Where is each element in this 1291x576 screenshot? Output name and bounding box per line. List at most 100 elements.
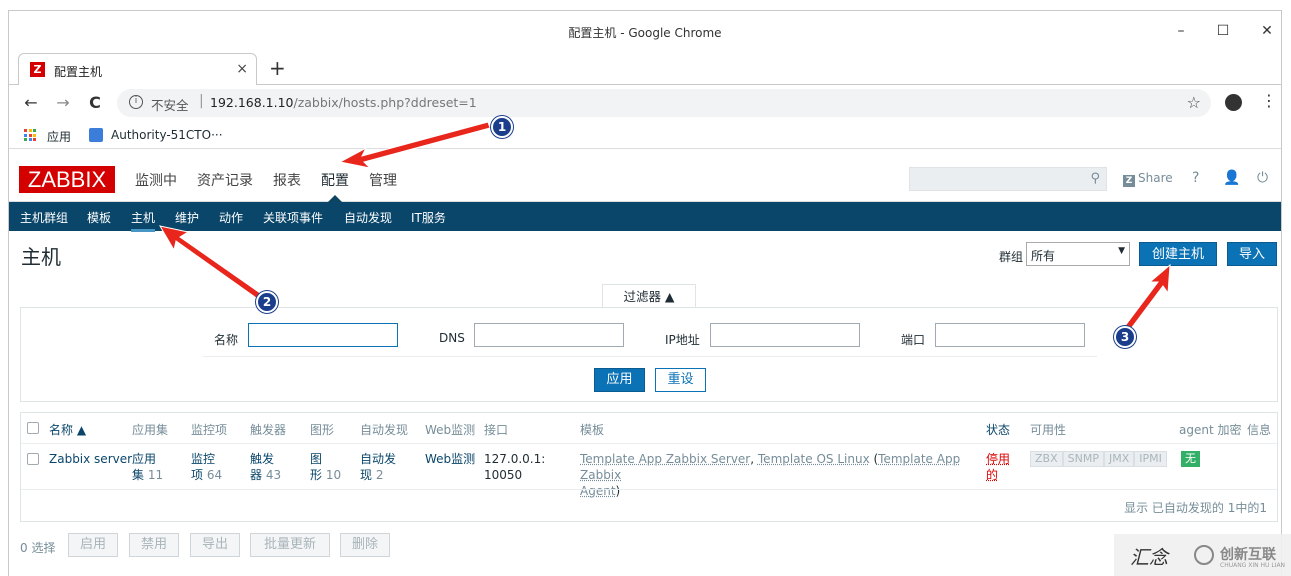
watermark-brand: 创新互联 [1220, 547, 1276, 563]
url-text[interactable]: 192.168.1.10/zabbix/hosts.php?ddreset=1 [210, 95, 477, 110]
enable-button[interactable]: 启用 [68, 533, 118, 557]
badge-snmp: SNMP [1062, 451, 1104, 467]
filter-ip-input[interactable] [710, 323, 860, 347]
template-link[interactable]: Template App Zabbix Server [580, 452, 750, 466]
menu-administration[interactable]: 管理 [369, 170, 397, 190]
discovery-label: 自动发 [360, 452, 397, 466]
submenu-maintenance[interactable]: 维护 [175, 209, 199, 226]
host-discovery-link[interactable]: 自动发现 2 [360, 451, 396, 483]
new-tab-button[interactable]: + [269, 56, 286, 80]
zabbix-logo[interactable]: ZABBIX [19, 166, 115, 193]
submenu-host-groups[interactable]: 主机群组 [20, 209, 68, 226]
minimize-button[interactable]: – [1171, 21, 1191, 41]
items-label-2: 项 [191, 468, 204, 482]
filter-apply-button[interactable]: 应用 [594, 368, 645, 392]
col-encryption-header: agent 加密 [1179, 423, 1242, 437]
reload-icon[interactable]: C [85, 93, 105, 112]
menu-reports[interactable]: 报表 [273, 170, 301, 190]
col-graphs-header: 图形 [310, 423, 335, 437]
back-icon[interactable]: ← [21, 93, 41, 112]
triggers-count: 43 [265, 468, 282, 482]
filter-panel: 名称 DNS IP地址 端口 应用 重设 [20, 307, 1278, 402]
bookmark-star-icon[interactable]: ☆ [1187, 93, 1201, 112]
url-host: 192.168.1.10 [210, 95, 294, 110]
filter-toggle-tab[interactable]: 过滤器 ▲ [602, 284, 696, 308]
group-select-value: 所有 [1031, 249, 1056, 263]
interface-port: 10050 [484, 468, 523, 482]
submenu-it-services[interactable]: IT服务 [411, 209, 446, 226]
share-link[interactable]: Z Share [1123, 171, 1173, 187]
discovery-label-2: 现 [360, 468, 373, 482]
col-name-header[interactable]: 名称 ▲ [49, 421, 86, 438]
search-input[interactable]: ⚲ [909, 167, 1107, 191]
chrome-menu-icon[interactable]: ⋮ [1261, 91, 1277, 110]
hosts-table: 名称 ▲ 应用集 监控项 触发器 图形 自动发现 Web监测 接口 模板 状态 … [20, 412, 1278, 522]
col-status-header[interactable]: 状态 [986, 421, 1010, 438]
badge-ipmi: IPMI [1134, 451, 1167, 467]
logout-icon[interactable]: ⏻ [1257, 170, 1268, 186]
host-items-link[interactable]: 监控项 64 [191, 451, 222, 483]
submenu-correlation[interactable]: 关联项事件 [263, 209, 323, 226]
watermark: 汇念 创新互联 CHUANG XIN HU LIAN [1114, 534, 1291, 576]
submenu-hosts[interactable]: 主机 [131, 209, 156, 232]
submenu-discovery[interactable]: 自动发现 [344, 209, 392, 226]
menu-monitoring[interactable]: 监测中 [135, 170, 177, 190]
row-checkbox[interactable] [27, 453, 39, 465]
group-select[interactable]: 所有 ▼ [1026, 242, 1130, 266]
filter-port-input[interactable] [935, 323, 1085, 347]
host-web-link[interactable]: Web监测 [425, 451, 475, 467]
user-profile-icon[interactable]: 👤 [1223, 170, 1240, 186]
watermark-subtext: CHUANG XIN HU LIAN [1220, 562, 1286, 569]
template-link[interactable]: Template OS Linux [758, 452, 870, 466]
tab-title: 配置主机 [54, 65, 103, 79]
host-name-link[interactable]: Zabbix server [49, 451, 132, 467]
menu-configuration[interactable]: 配置 [321, 170, 349, 190]
forward-icon[interactable]: → [53, 93, 73, 112]
url-separator: | [199, 93, 204, 109]
template-separator: , [750, 452, 758, 466]
help-icon[interactable]: ? [1192, 170, 1199, 186]
share-icon: Z [1123, 175, 1135, 187]
triggers-label: 触发 [250, 452, 275, 466]
address-row: ← → C i 不安全 | 192.168.1.10/zabbix/hosts.… [9, 85, 1281, 121]
host-status-toggle[interactable]: 停用的 [986, 451, 1010, 483]
tab-strip: Z 配置主机 × + [9, 53, 1281, 85]
graphs-label-2: 形 [310, 468, 323, 482]
main-menu: 监测中 资产记录 报表 配置 管理 [135, 170, 417, 190]
export-button[interactable]: 导出 [190, 533, 240, 557]
filter-reset-button[interactable]: 重设 [655, 368, 706, 392]
template-link-cont[interactable]: Agent [580, 484, 616, 498]
delete-button[interactable]: 删除 [340, 533, 390, 557]
import-button[interactable]: 导入 [1227, 242, 1277, 266]
bookmark-authority[interactable]: Authority-51CTO··· [111, 128, 223, 142]
browser-tab[interactable]: Z 配置主机 × [18, 53, 257, 85]
disable-button[interactable]: 禁用 [129, 533, 179, 557]
mass-update-button[interactable]: 批量更新 [250, 533, 330, 557]
host-graphs-link[interactable]: 图形 10 [310, 451, 341, 483]
items-label: 监控 [191, 452, 216, 466]
search-icon[interactable]: ⚲ [1090, 171, 1100, 186]
host-triggers-link[interactable]: 触发器 43 [250, 451, 281, 483]
account-icon[interactable] [1225, 94, 1242, 111]
tab-close-icon[interactable]: × [236, 61, 248, 77]
submenu-actions[interactable]: 动作 [219, 209, 243, 226]
close-window-button[interactable]: ✕ [1257, 21, 1277, 41]
bookmark-apps[interactable]: 应用 [47, 128, 71, 145]
template-paren-close: ) [615, 484, 621, 498]
create-host-button[interactable]: 创建主机 [1139, 242, 1217, 266]
col-discovery-header: 自动发现 [360, 423, 409, 437]
apps-label-2: 集 [132, 468, 145, 482]
graphs-label: 图 [310, 452, 323, 466]
menu-inventory[interactable]: 资产记录 [197, 170, 253, 190]
maximize-button[interactable]: ☐ [1213, 21, 1233, 41]
submenu-templates[interactable]: 模板 [87, 209, 111, 226]
apps-grid-icon[interactable] [24, 129, 36, 141]
select-all-checkbox[interactable] [27, 422, 39, 434]
address-bar[interactable]: i 不安全 | 192.168.1.10/zabbix/hosts.php?dd… [117, 89, 1211, 117]
filter-dns-input[interactable] [474, 323, 624, 347]
info-icon[interactable]: i [129, 95, 143, 109]
filter-name-input[interactable] [248, 323, 398, 347]
filter-name-label: 名称 [214, 333, 239, 347]
url-path: /zabbix/hosts.php?ddreset=1 [293, 95, 477, 110]
host-apps-link[interactable]: 应用集 11 [132, 451, 163, 483]
